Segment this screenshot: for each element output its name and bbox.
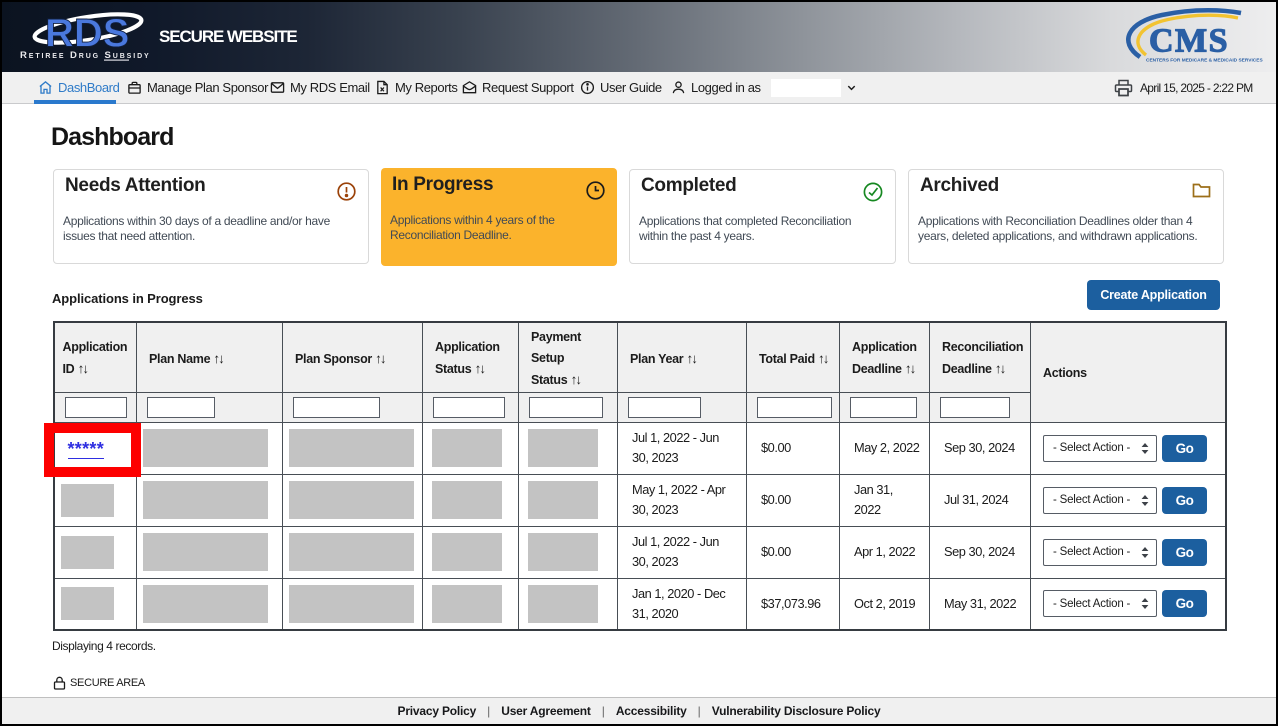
svg-text:RDS: RDS: [45, 12, 129, 56]
svg-text:CENTERS FOR MEDICARE & MEDICAI: CENTERS FOR MEDICARE & MEDICAID SERVICES: [1146, 58, 1263, 64]
svg-text:CMS: CMS: [1149, 23, 1229, 60]
svg-text:Retiree Drug Subsidy: Retiree Drug Subsidy: [20, 50, 151, 61]
